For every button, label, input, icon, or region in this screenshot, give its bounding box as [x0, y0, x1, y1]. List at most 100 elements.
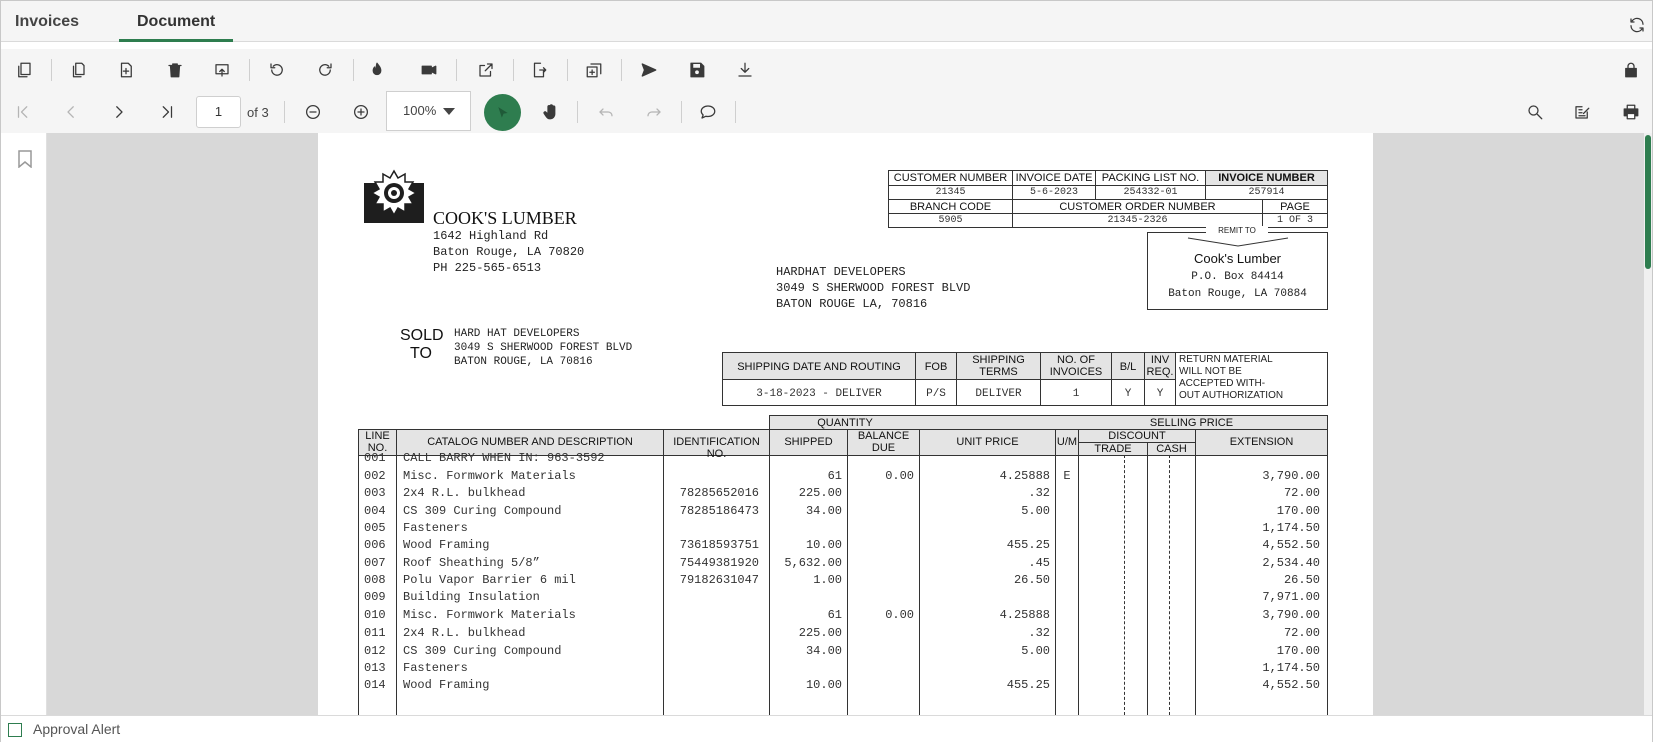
line-unit: 5.00: [1021, 504, 1050, 518]
line-no: 006: [364, 538, 386, 552]
table-row: 005 Fasteners 1,174.50: [318, 521, 1373, 539]
send-icon[interactable]: [638, 59, 660, 81]
company-address-2: Baton Rouge, LA 70820: [433, 245, 585, 259]
footer-bar: Approval Alert: [1, 715, 1652, 742]
refresh-icon[interactable]: [1626, 14, 1648, 36]
line-unit: .45: [1028, 556, 1050, 570]
line-ext: 1,174.50: [1262, 521, 1320, 535]
line-shipped: 34.00: [805, 644, 842, 658]
remit-arrow-icon: [1187, 237, 1289, 247]
cursor-icon: [497, 106, 508, 118]
zoom-select[interactable]: 100%: [386, 91, 471, 131]
undo-icon[interactable]: [595, 101, 617, 123]
extension-header: EXTENSION: [1229, 436, 1294, 448]
tab-bar: Invoices Document: [1, 1, 1652, 42]
copy-pages-icon[interactable]: [13, 59, 35, 81]
redo-icon[interactable]: [643, 101, 665, 123]
invoice-page: COOK'S LUMBER 1642 Highland Rd Baton Rou…: [318, 133, 1373, 715]
open-external-icon[interactable]: [475, 59, 497, 81]
download-icon[interactable]: [734, 59, 756, 81]
line-desc: Wood Framing: [403, 678, 490, 692]
table-row: 013 Fasteners 1,174.50: [318, 661, 1373, 679]
tab-invoices[interactable]: Invoices: [15, 1, 79, 42]
company-phone: PH 225-565-6513: [433, 261, 542, 275]
toolbar-divider: [249, 59, 250, 81]
delete-icon[interactable]: [164, 59, 186, 81]
merge-icon[interactable]: [583, 59, 605, 81]
line-desc: CALL BARRY WHEN IN: 963-3592: [403, 451, 605, 465]
line-ext: 170.00: [1276, 504, 1320, 518]
table-row: 001 CALL BARRY WHEN IN: 963-3592: [318, 451, 1373, 469]
approval-alert-checkbox[interactable]: [8, 723, 22, 737]
sold-to-line-1: HARD HAT DEVELOPERS: [454, 328, 580, 340]
zoom-out-icon[interactable]: [302, 101, 324, 123]
line-shipped: 1.00: [813, 573, 842, 587]
line-ident: 73618593751: [679, 538, 759, 552]
add-page-icon[interactable]: [115, 59, 137, 81]
rotate-left-icon[interactable]: [266, 59, 288, 81]
last-page-icon[interactable]: [156, 101, 178, 123]
redact-icon[interactable]: [366, 59, 388, 81]
inv-req-value: Y: [1156, 388, 1164, 400]
duplicate-page-icon[interactable]: [67, 59, 89, 81]
annotate-icon[interactable]: [1571, 101, 1593, 123]
video-icon[interactable]: [418, 59, 440, 81]
line-desc: Roof Sheathing 5/8”: [403, 556, 540, 570]
tab-document[interactable]: Document: [119, 1, 234, 42]
line-desc: Misc. Formwork Materials: [403, 608, 576, 622]
next-page-icon[interactable]: [108, 101, 130, 123]
remit-address-1: P.O. Box 84414: [1191, 271, 1284, 283]
bl-header: B/L: [1119, 361, 1137, 373]
toolbar-divider: [681, 101, 682, 123]
page-header: PAGE: [1280, 201, 1310, 213]
rotate-right-icon[interactable]: [314, 59, 336, 81]
ship-to-line-3: BATON ROUGE LA, 70816: [776, 297, 928, 311]
table-row: 008 Polu Vapor Barrier 6 mil 79182631047 1.…: [318, 573, 1373, 591]
print-icon[interactable]: [1620, 101, 1642, 123]
vertical-scrollbar[interactable]: [1644, 133, 1652, 715]
line-desc: Misc. Formwork Materials: [403, 469, 576, 483]
table-row: 011 2x4 R.L. bulkhead 225.00 .32 72.00: [318, 626, 1373, 644]
line-ext: 3,790.00: [1262, 608, 1320, 622]
scrollbar-thumb[interactable]: [1645, 135, 1651, 269]
line-desc: Polu Vapor Barrier 6 mil: [403, 573, 576, 587]
invoice-date: 5-6-2023: [1029, 187, 1078, 198]
pan-hand-icon[interactable]: [540, 101, 562, 123]
search-icon[interactable]: [1524, 101, 1546, 123]
toolbar-divider: [284, 101, 285, 123]
lock-icon[interactable]: [1620, 59, 1642, 81]
toolbar-divider: [456, 59, 457, 81]
sold-to-line-2: 3049 S SHERWOOD FOREST BLVD: [454, 342, 633, 354]
terms-header-1: SHIPPING: [972, 354, 1025, 366]
line-desc: CS 309 Curing Compound: [403, 644, 562, 658]
line-unit: 26.50: [1013, 573, 1050, 587]
line-unit: 455.25: [1006, 678, 1050, 692]
company-logo: [364, 169, 424, 223]
save-icon[interactable]: [686, 59, 708, 81]
toolbar-divider: [735, 101, 736, 123]
customer-number: 21345: [935, 187, 966, 198]
document-viewport[interactable]: COOK'S LUMBER 1642 Highland Rd Baton Rou…: [47, 133, 1645, 715]
line-unit: 4.25888: [999, 608, 1050, 622]
table-row: 012 CS 309 Curing Compound 34.00 5.00 170.00: [318, 644, 1373, 662]
shipped-header: SHIPPED: [784, 436, 833, 448]
invoices-value: 1: [1072, 388, 1080, 400]
comment-icon[interactable]: [697, 101, 719, 123]
replace-page-icon[interactable]: [211, 59, 233, 81]
line-ext: 72.00: [1283, 626, 1320, 640]
export-page-icon[interactable]: [528, 59, 550, 81]
line-ext: 72.00: [1283, 486, 1320, 500]
page-number-input[interactable]: 1: [196, 96, 241, 128]
bookmark-icon[interactable]: [18, 150, 32, 168]
terms-value: DELIVER: [975, 388, 1022, 400]
line-desc: Building Insulation: [403, 590, 540, 604]
line-no: 008: [364, 573, 386, 587]
fob-header: FOB: [924, 361, 948, 373]
select-tool-button[interactable]: [484, 94, 521, 131]
first-page-icon[interactable]: [12, 101, 34, 123]
zoom-in-icon[interactable]: [350, 101, 372, 123]
previous-page-icon[interactable]: [60, 101, 82, 123]
toolbar-divider: [513, 59, 514, 81]
remit-address-2: Baton Rouge, LA 70884: [1168, 288, 1307, 300]
toolbar-divider: [353, 59, 354, 81]
